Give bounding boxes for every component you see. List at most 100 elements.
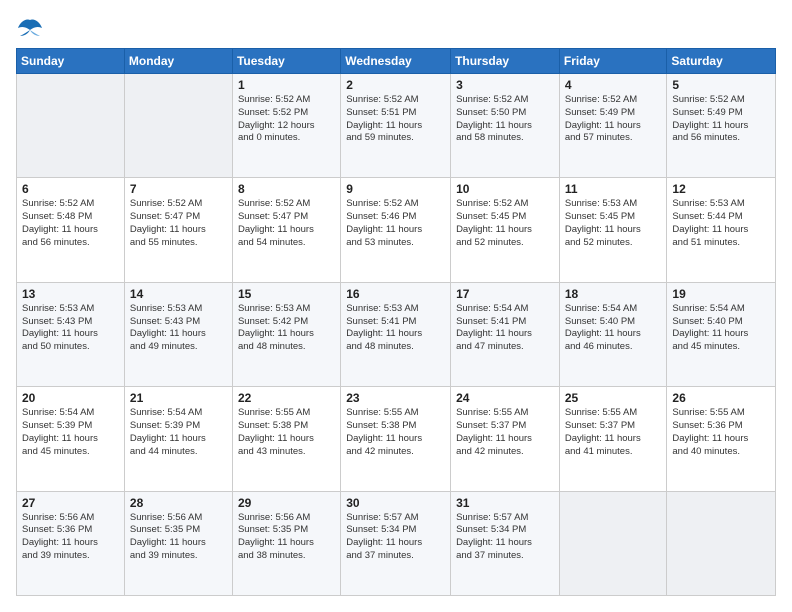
- calendar-cell: 21 Sunrise: 5:54 AM Sunset: 5:39 PM Dayli…: [124, 387, 232, 491]
- day-info: Sunrise: 5:55 AM Sunset: 5:38 PM Dayligh…: [346, 407, 445, 458]
- day-info: Sunrise: 5:53 AM Sunset: 5:41 PM Dayligh…: [346, 303, 445, 354]
- day-number: 9: [346, 182, 445, 196]
- calendar-cell: 28 Sunrise: 5:56 AM Sunset: 5:35 PM Dayli…: [124, 491, 232, 595]
- day-number: 29: [238, 496, 335, 510]
- calendar-cell: 1Sunrise: 5:52 AM Sunset: 5:52 PM Daylig…: [232, 74, 340, 178]
- day-info: Sunrise: 5:52 AM Sunset: 5:49 PM Dayligh…: [565, 94, 662, 145]
- calendar-cell: 20 Sunrise: 5:54 AM Sunset: 5:39 PM Dayli…: [17, 387, 125, 491]
- logo: [16, 16, 48, 38]
- weekday-header-wednesday: Wednesday: [341, 49, 451, 74]
- day-number: 23: [346, 391, 445, 405]
- calendar-cell: 27 Sunrise: 5:56 AM Sunset: 5:36 PM Dayli…: [17, 491, 125, 595]
- day-number: 24: [456, 391, 554, 405]
- day-number: 4: [565, 78, 662, 92]
- day-number: 2: [346, 78, 445, 92]
- day-info: Sunrise: 5:55 AM Sunset: 5:37 PM Dayligh…: [565, 407, 662, 458]
- day-number: 30: [346, 496, 445, 510]
- calendar-cell: 31Sunrise: 5:57 AM Sunset: 5:34 PM Dayli…: [451, 491, 560, 595]
- day-info: Sunrise: 5:53 AM Sunset: 5:43 PM Dayligh…: [22, 303, 119, 354]
- calendar-cell: 16 Sunrise: 5:53 AM Sunset: 5:41 PM Dayli…: [341, 282, 451, 386]
- day-number: 12: [672, 182, 770, 196]
- calendar-cell: 17 Sunrise: 5:54 AM Sunset: 5:41 PM Dayli…: [451, 282, 560, 386]
- day-info: Sunrise: 5:53 AM Sunset: 5:43 PM Dayligh…: [130, 303, 227, 354]
- weekday-header-saturday: Saturday: [667, 49, 776, 74]
- day-info: Sunrise: 5:57 AM Sunset: 5:34 PM Dayligh…: [346, 512, 445, 563]
- day-info: Sunrise: 5:52 AM Sunset: 5:49 PM Dayligh…: [672, 94, 770, 145]
- weekday-header-row: SundayMondayTuesdayWednesdayThursdayFrid…: [17, 49, 776, 74]
- day-info: Sunrise: 5:53 AM Sunset: 5:42 PM Dayligh…: [238, 303, 335, 354]
- calendar-cell: 13 Sunrise: 5:53 AM Sunset: 5:43 PM Dayli…: [17, 282, 125, 386]
- day-info: Sunrise: 5:57 AM Sunset: 5:34 PM Dayligh…: [456, 512, 554, 563]
- day-info: Sunrise: 5:54 AM Sunset: 5:39 PM Dayligh…: [22, 407, 119, 458]
- calendar-cell: 3 Sunrise: 5:52 AM Sunset: 5:50 PM Daylig…: [451, 74, 560, 178]
- weekday-header-tuesday: Tuesday: [232, 49, 340, 74]
- calendar-cell: 15 Sunrise: 5:53 AM Sunset: 5:42 PM Dayli…: [232, 282, 340, 386]
- calendar-cell: 12 Sunrise: 5:53 AM Sunset: 5:44 PM Dayli…: [667, 178, 776, 282]
- calendar-cell: 8Sunrise: 5:52 AM Sunset: 5:47 PM Daylig…: [232, 178, 340, 282]
- day-number: 19: [672, 287, 770, 301]
- day-info: Sunrise: 5:54 AM Sunset: 5:41 PM Dayligh…: [456, 303, 554, 354]
- day-number: 13: [22, 287, 119, 301]
- day-info: Sunrise: 5:52 AM Sunset: 5:50 PM Dayligh…: [456, 94, 554, 145]
- day-info: Sunrise: 5:52 AM Sunset: 5:46 PM Dayligh…: [346, 198, 445, 249]
- day-info: Sunrise: 5:55 AM Sunset: 5:38 PM Dayligh…: [238, 407, 335, 458]
- calendar-cell: 26Sunrise: 5:55 AM Sunset: 5:36 PM Dayli…: [667, 387, 776, 491]
- week-row-5: 27 Sunrise: 5:56 AM Sunset: 5:36 PM Dayli…: [17, 491, 776, 595]
- day-number: 14: [130, 287, 227, 301]
- calendar-cell: 22 Sunrise: 5:55 AM Sunset: 5:38 PM Dayli…: [232, 387, 340, 491]
- day-number: 28: [130, 496, 227, 510]
- day-info: Sunrise: 5:55 AM Sunset: 5:37 PM Dayligh…: [456, 407, 554, 458]
- weekday-header-sunday: Sunday: [17, 49, 125, 74]
- day-number: 20: [22, 391, 119, 405]
- day-number: 11: [565, 182, 662, 196]
- day-info: Sunrise: 5:54 AM Sunset: 5:39 PM Dayligh…: [130, 407, 227, 458]
- calendar-cell: 10 Sunrise: 5:52 AM Sunset: 5:45 PM Dayli…: [451, 178, 560, 282]
- day-number: 16: [346, 287, 445, 301]
- calendar-cell: 19 Sunrise: 5:54 AM Sunset: 5:40 PM Dayli…: [667, 282, 776, 386]
- day-info: Sunrise: 5:52 AM Sunset: 5:47 PM Dayligh…: [130, 198, 227, 249]
- weekday-header-friday: Friday: [559, 49, 667, 74]
- calendar-cell: [124, 74, 232, 178]
- day-info: Sunrise: 5:56 AM Sunset: 5:36 PM Dayligh…: [22, 512, 119, 563]
- day-info: Sunrise: 5:52 AM Sunset: 5:51 PM Dayligh…: [346, 94, 445, 145]
- calendar-cell: 14 Sunrise: 5:53 AM Sunset: 5:43 PM Dayli…: [124, 282, 232, 386]
- day-number: 27: [22, 496, 119, 510]
- day-number: 10: [456, 182, 554, 196]
- week-row-4: 20 Sunrise: 5:54 AM Sunset: 5:39 PM Dayli…: [17, 387, 776, 491]
- day-number: 17: [456, 287, 554, 301]
- calendar-cell: 24 Sunrise: 5:55 AM Sunset: 5:37 PM Dayli…: [451, 387, 560, 491]
- calendar-cell: 4 Sunrise: 5:52 AM Sunset: 5:49 PM Daylig…: [559, 74, 667, 178]
- day-info: Sunrise: 5:56 AM Sunset: 5:35 PM Dayligh…: [238, 512, 335, 563]
- day-info: Sunrise: 5:52 AM Sunset: 5:47 PM Dayligh…: [238, 198, 335, 249]
- day-info: Sunrise: 5:53 AM Sunset: 5:44 PM Dayligh…: [672, 198, 770, 249]
- day-info: Sunrise: 5:52 AM Sunset: 5:45 PM Dayligh…: [456, 198, 554, 249]
- calendar-cell: 9 Sunrise: 5:52 AM Sunset: 5:46 PM Daylig…: [341, 178, 451, 282]
- calendar-cell: 11Sunrise: 5:53 AM Sunset: 5:45 PM Dayli…: [559, 178, 667, 282]
- week-row-3: 13 Sunrise: 5:53 AM Sunset: 5:43 PM Dayli…: [17, 282, 776, 386]
- calendar-cell: 5Sunrise: 5:52 AM Sunset: 5:49 PM Daylig…: [667, 74, 776, 178]
- calendar-cell: [17, 74, 125, 178]
- calendar-cell: 18Sunrise: 5:54 AM Sunset: 5:40 PM Dayli…: [559, 282, 667, 386]
- day-number: 7: [130, 182, 227, 196]
- page: SundayMondayTuesdayWednesdayThursdayFrid…: [0, 0, 792, 612]
- day-info: Sunrise: 5:54 AM Sunset: 5:40 PM Dayligh…: [672, 303, 770, 354]
- day-number: 3: [456, 78, 554, 92]
- logo-bird-icon: [16, 16, 44, 38]
- week-row-2: 6 Sunrise: 5:52 AM Sunset: 5:48 PM Daylig…: [17, 178, 776, 282]
- week-row-1: 1Sunrise: 5:52 AM Sunset: 5:52 PM Daylig…: [17, 74, 776, 178]
- day-number: 22: [238, 391, 335, 405]
- header: [16, 16, 776, 38]
- day-number: 18: [565, 287, 662, 301]
- day-number: 1: [238, 78, 335, 92]
- calendar-cell: [667, 491, 776, 595]
- day-number: 26: [672, 391, 770, 405]
- calendar-cell: 2 Sunrise: 5:52 AM Sunset: 5:51 PM Daylig…: [341, 74, 451, 178]
- day-number: 21: [130, 391, 227, 405]
- day-info: Sunrise: 5:52 AM Sunset: 5:48 PM Dayligh…: [22, 198, 119, 249]
- day-number: 15: [238, 287, 335, 301]
- calendar-cell: 30 Sunrise: 5:57 AM Sunset: 5:34 PM Dayli…: [341, 491, 451, 595]
- calendar-cell: 23 Sunrise: 5:55 AM Sunset: 5:38 PM Dayli…: [341, 387, 451, 491]
- weekday-header-monday: Monday: [124, 49, 232, 74]
- day-number: 6: [22, 182, 119, 196]
- day-info: Sunrise: 5:56 AM Sunset: 5:35 PM Dayligh…: [130, 512, 227, 563]
